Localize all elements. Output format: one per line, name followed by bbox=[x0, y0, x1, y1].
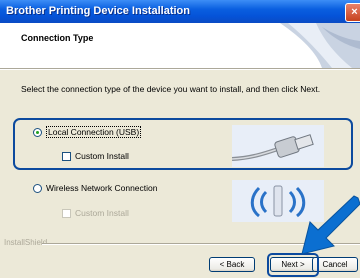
window-title: Brother Printing Device Installation bbox=[6, 5, 190, 17]
back-button[interactable]: < Back bbox=[209, 257, 255, 272]
custom-install-wireless-option: Custom Install bbox=[62, 208, 129, 218]
instruction-text: Select the connection type of the device… bbox=[21, 84, 321, 94]
header-graphic bbox=[280, 23, 360, 68]
installer-window: Brother Printing Device Installation × C… bbox=[0, 0, 360, 278]
header-panel: Connection Type bbox=[0, 23, 360, 68]
custom-install-wireless-checkbox bbox=[62, 208, 71, 218]
usb-cable-image bbox=[231, 125, 324, 167]
wireless-connection-option[interactable]: Wireless Network Connection bbox=[33, 183, 157, 193]
wireless-connection-label: Wireless Network Connection bbox=[46, 183, 158, 193]
usb-cable-icon bbox=[231, 134, 314, 161]
installshield-brand: InstallShield bbox=[4, 238, 48, 247]
title-bar[interactable]: Brother Printing Device Installation × bbox=[0, 0, 360, 23]
custom-install-wireless-label: Custom Install bbox=[75, 208, 129, 218]
close-icon: × bbox=[351, 6, 358, 18]
pointer-arrow-icon bbox=[301, 195, 360, 255]
close-button[interactable]: × bbox=[345, 3, 360, 22]
header-divider bbox=[0, 68, 360, 70]
wireless-connection-radio[interactable] bbox=[33, 183, 42, 193]
section-title: Connection Type bbox=[21, 33, 94, 43]
